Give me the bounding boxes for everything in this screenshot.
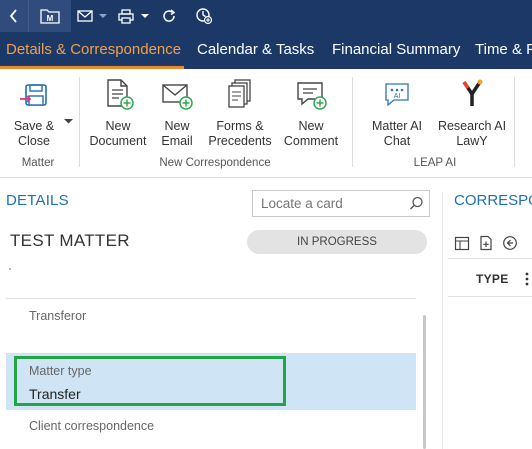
tab-time-fees[interactable]: Time & Fe — [475, 32, 532, 69]
tab-financial-summary[interactable]: Financial Summary — [332, 32, 460, 69]
matter-ai-chat-label: Matter AI Chat — [371, 119, 423, 148]
back-circle-icon[interactable] — [502, 235, 518, 251]
ribbon-separator — [352, 77, 353, 167]
highlight-box — [14, 356, 286, 406]
svg-text:M: M — [47, 14, 54, 23]
group-label-new-correspondence: New Correspondence — [159, 157, 271, 169]
divider — [448, 258, 532, 259]
ribbon-tabs: Details & Correspondence Calendar & Task… — [0, 32, 532, 69]
ribbon-separator — [514, 77, 515, 167]
save-close-button[interactable]: Save & Close — [6, 69, 62, 155]
refresh-icon — [163, 9, 176, 22]
column-menu-button[interactable] — [524, 272, 530, 291]
tab-calendar-tasks[interactable]: Calendar & Tasks — [197, 32, 314, 69]
matter-name: TEST MATTER — [10, 231, 130, 250]
lawy-logo-icon — [462, 79, 483, 106]
research-ai-lawy-button[interactable]: Research AI LawY — [436, 69, 508, 155]
ribbon: Save & Close Matter New Document New Ema… — [0, 69, 532, 178]
print-dropdown[interactable] — [140, 0, 150, 32]
group-label-leap-ai: LEAP AI — [413, 157, 457, 169]
title-bar: M — [0, 0, 532, 32]
caret-down-icon — [141, 14, 149, 18]
group-label-matter: Matter — [21, 157, 55, 169]
clock-add-icon — [196, 8, 213, 25]
search-icon[interactable] — [409, 196, 424, 211]
details-heading: DETAILS — [6, 192, 69, 209]
matter-ai-chat-button[interactable]: AI Matter AI Chat — [365, 69, 429, 155]
status-badge: IN PROGRESS — [247, 230, 427, 254]
svg-text:AI: AI — [394, 93, 401, 100]
tab-details-correspondence[interactable]: Details & Correspondence — [0, 32, 184, 69]
table-view-icon[interactable] — [454, 236, 470, 251]
correspondence-toolbar — [454, 233, 518, 253]
refresh-button[interactable] — [158, 0, 180, 32]
locate-card-input[interactable] — [253, 191, 419, 216]
email-dropdown[interactable] — [98, 0, 108, 32]
matter-folder-button[interactable]: M — [28, 0, 71, 32]
divider — [6, 298, 416, 299]
email-button[interactable] — [74, 0, 96, 32]
pane-divider[interactable] — [442, 192, 443, 449]
back-button[interactable] — [0, 0, 28, 32]
add-document-icon[interactable] — [478, 235, 494, 251]
ai-chat-icon: AI — [385, 83, 409, 107]
divider — [6, 409, 416, 410]
type-column-header[interactable]: TYPE — [476, 272, 509, 286]
caret-down-icon — [64, 119, 73, 124]
details-scrollbar[interactable] — [423, 315, 426, 449]
divider — [448, 296, 532, 297]
chevron-left-icon — [9, 9, 17, 23]
new-comment-label: New Comment — [283, 119, 339, 148]
time-entry-button[interactable] — [192, 0, 216, 32]
ribbon-separator — [79, 77, 80, 167]
save-close-dropdown[interactable] — [64, 111, 73, 129]
new-document-button[interactable]: New Document — [88, 69, 148, 155]
list-marker — [9, 268, 11, 270]
new-comment-icon — [297, 82, 327, 110]
locate-card-search[interactable] — [252, 190, 430, 217]
client-correspondence-label[interactable]: Client correspondence — [29, 419, 154, 433]
envelope-icon — [77, 10, 93, 22]
new-comment-button[interactable]: New Comment — [280, 69, 342, 155]
new-email-label: New Email — [161, 119, 193, 148]
printer-icon — [118, 8, 134, 24]
new-email-icon — [162, 84, 193, 110]
new-document-icon — [107, 79, 134, 110]
correspondence-heading: CORRESPO — [454, 192, 532, 209]
new-document-label: New Document — [89, 119, 147, 148]
caret-down-icon — [99, 14, 107, 18]
forms-precedents-button[interactable]: Forms & Precedents — [206, 69, 274, 155]
save-close-icon — [20, 84, 47, 106]
forms-precedents-label: Forms & Precedents — [208, 119, 272, 148]
transferor-field-label[interactable]: Transferor — [29, 309, 86, 323]
save-close-label: Save & Close — [13, 119, 55, 148]
print-button[interactable] — [115, 0, 137, 32]
new-email-button[interactable]: New Email — [152, 69, 202, 155]
more-vertical-icon — [525, 272, 529, 286]
matter-folder-icon: M — [40, 9, 60, 24]
research-ai-label: Research AI LawY — [437, 119, 507, 148]
forms-precedents-icon — [228, 79, 251, 108]
